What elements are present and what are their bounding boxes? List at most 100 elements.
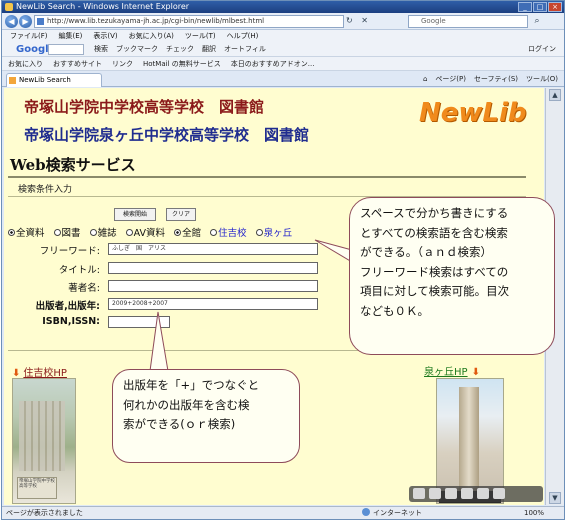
app-icon xyxy=(5,3,13,11)
publisher-year-input[interactable]: 2009+2008+2007 xyxy=(108,298,318,310)
callout-1-line: ができる。（ａｎｄ検索） xyxy=(360,245,493,259)
search-start-button[interactable]: 検索開始 xyxy=(114,208,156,221)
minimize-button[interactable]: _ xyxy=(518,2,532,12)
security-zone: インターネット xyxy=(362,507,422,519)
page-subtitle: 検索条件入力 xyxy=(18,185,73,195)
print-icon[interactable] xyxy=(429,488,441,499)
author-label: 著者名: xyxy=(68,283,100,294)
mail-icon[interactable] xyxy=(445,488,457,499)
image-toolbar[interactable] xyxy=(409,486,543,502)
callout-1-line: スペースで分かち書きにする xyxy=(360,206,509,220)
menu-help[interactable]: ヘルプ(H) xyxy=(227,30,259,42)
browser-search-box[interactable]: Google xyxy=(408,15,528,28)
back-button[interactable]: ◀ xyxy=(5,15,18,28)
page-title: Web検索サービス xyxy=(10,156,136,174)
izumigaoka-hp-link[interactable]: 泉ヶ丘HP ⬇ xyxy=(424,363,483,378)
school-sign: 帝塚山学院中学校高等学校 xyxy=(17,477,57,499)
sumiyoshi-school-photo[interactable]: 帝塚山学院中学校高等学校 xyxy=(12,378,76,504)
school-name-2: 帝塚山学院泉ヶ丘中学校高等学校 図書館 xyxy=(24,126,310,144)
radio-sumiyoshi[interactable]: 住吉校 xyxy=(210,228,250,239)
radio-all-libraries[interactable]: 全館 xyxy=(174,228,204,239)
menu-favorites[interactable]: お気に入り(A) xyxy=(129,30,174,42)
google-login-button[interactable]: ログイン xyxy=(528,42,556,57)
radio-all-materials[interactable]: 全資料 xyxy=(8,228,48,239)
clear-button[interactable]: クリア xyxy=(166,208,196,221)
radio-av-materials[interactable]: AV資料 xyxy=(125,228,168,239)
tab-row: NewLib Search ⌂ ページ(P) セーフティ(S) ツール(O) xyxy=(2,71,564,87)
title-bar: NewLib Search - Windows Internet Explore… xyxy=(2,1,564,13)
settings-icon[interactable] xyxy=(493,488,505,499)
radio-magazines[interactable]: 雑誌 xyxy=(89,228,120,239)
safety-menu[interactable]: セーフティ(S) xyxy=(474,73,518,86)
menu-view[interactable]: 表示(V) xyxy=(93,30,117,42)
callout-1-line: なども０Ｋ。 xyxy=(360,303,429,318)
radio-books[interactable]: 図書 xyxy=(53,228,84,239)
address-bar[interactable]: http://www.lib.tezukayama-jh.ac.jp/cgi-b… xyxy=(34,15,344,28)
title-label: タイトル: xyxy=(58,265,100,276)
close-button[interactable]: × xyxy=(548,2,562,12)
freeword-label: フリーワード: xyxy=(39,246,100,257)
isbn-issn-label: ISBN,ISSN: xyxy=(42,316,100,327)
menu-edit[interactable]: 編集(E) xyxy=(59,30,83,42)
refresh-stop-icons[interactable]: ↻ ✕ xyxy=(346,16,371,25)
scroll-up-icon[interactable]: ▲ xyxy=(549,89,561,101)
title-input[interactable] xyxy=(108,262,318,274)
google-search-input[interactable] xyxy=(48,44,84,55)
callout-or-search: 出版年を「+」でつなぐと 何れかの出版年を含む検 索ができる(ｏｒ検索) xyxy=(112,369,300,463)
down-arrow-icon: ⬇ xyxy=(471,367,480,378)
home-icon[interactable]: ⌂ xyxy=(423,73,427,86)
isbn-issn-input[interactable] xyxy=(108,316,170,328)
save-icon[interactable] xyxy=(413,488,425,499)
sumiyoshi-hp-link[interactable]: ⬇ 住吉校HP xyxy=(12,364,67,379)
callout-1-line: とすべての検索語を含む検索 xyxy=(360,225,508,240)
tools-menu[interactable]: ツール(O) xyxy=(526,73,558,86)
filter-radio-group: 全資料 図書 雑誌 AV資料 全館 住吉校 泉ヶ丘 xyxy=(8,225,298,239)
google-search-button[interactable]: 検索 xyxy=(94,42,108,57)
callout-1-line: フリーワード検索はすべての xyxy=(360,264,509,279)
google-autofill-button[interactable]: オートフィル xyxy=(224,42,266,57)
google-check-button[interactable]: チェック xyxy=(166,42,194,57)
globe-icon xyxy=(362,508,370,516)
radio-izumigaoka[interactable]: 泉ヶ丘 xyxy=(255,228,296,239)
callout-1-line: 項目に対して検索可能。目次 xyxy=(360,284,510,298)
address-text: http://www.lib.tezukayama-jh.ac.jp/cgi-b… xyxy=(47,17,265,25)
folder-icon[interactable] xyxy=(461,488,473,499)
tab-newlib-search[interactable]: NewLib Search xyxy=(6,73,102,87)
zoom-level[interactable]: 100% xyxy=(524,507,544,519)
favorites-link-4[interactable]: 本日のおすすめアドオン... xyxy=(231,57,315,70)
google-translate-button[interactable]: 翻訳 xyxy=(202,42,216,57)
page-menu[interactable]: ページ(P) xyxy=(435,73,466,86)
publisher-year-label: 出版者,出版年: xyxy=(35,301,100,312)
search-placeholder: Google xyxy=(421,17,446,25)
scroll-down-icon[interactable]: ▼ xyxy=(549,492,561,504)
building-image xyxy=(19,401,65,471)
tab-label: NewLib Search xyxy=(19,76,71,84)
callout-2-line: 出版年を「+」でつなぐと xyxy=(123,378,260,392)
menu-tools[interactable]: ツール(T) xyxy=(185,30,216,42)
divider xyxy=(8,176,526,178)
favorites-link-3[interactable]: HotMail の無料サービス xyxy=(143,57,221,70)
newlib-logo: NewLib xyxy=(419,98,527,128)
favorites-button[interactable]: お気に入り xyxy=(8,57,43,70)
callout-2-line: 索ができる(ｏｒ検索) xyxy=(123,417,236,431)
zoom-icon[interactable] xyxy=(477,488,489,499)
google-toolbar: Google 検索 ブックマーク チェック 翻訳 オートフィル ログイン xyxy=(2,42,564,57)
address-row: ◀ ▶ http://www.lib.tezukayama-jh.ac.jp/c… xyxy=(2,13,564,30)
forward-button[interactable]: ▶ xyxy=(19,15,32,28)
status-text: ページが表示されました xyxy=(6,509,83,517)
search-icon[interactable]: ⌕ xyxy=(530,15,544,28)
favorites-bar: お気に入り おすすめサイト リンク HotMail の無料サービス 本日のおすす… xyxy=(2,57,564,71)
menu-bar: ファイル(F) 編集(E) 表示(V) お気に入り(A) ツール(T) ヘルプ(… xyxy=(2,30,564,42)
freeword-input[interactable]: ふしぎ 国 アリス xyxy=(108,243,318,255)
author-input[interactable] xyxy=(108,280,318,292)
favorites-link-2[interactable]: リンク xyxy=(112,57,133,70)
google-bookmark-button[interactable]: ブックマーク xyxy=(116,42,158,57)
maximize-button[interactable]: □ xyxy=(533,2,547,12)
menu-file[interactable]: ファイル(F) xyxy=(10,30,48,42)
callout-and-search: スペースで分かち書きにする とすべての検索語を含む検索 ができる。（ａｎｄ検索）… xyxy=(349,197,555,355)
tab-favicon-icon xyxy=(9,77,16,84)
tower-image xyxy=(459,387,479,497)
window-title: NewLib Search - Windows Internet Explore… xyxy=(16,2,190,11)
school-name-1: 帝塚山学院中学校高等学校 図書館 xyxy=(24,98,265,116)
favorites-link-1[interactable]: おすすめサイト xyxy=(53,57,102,70)
